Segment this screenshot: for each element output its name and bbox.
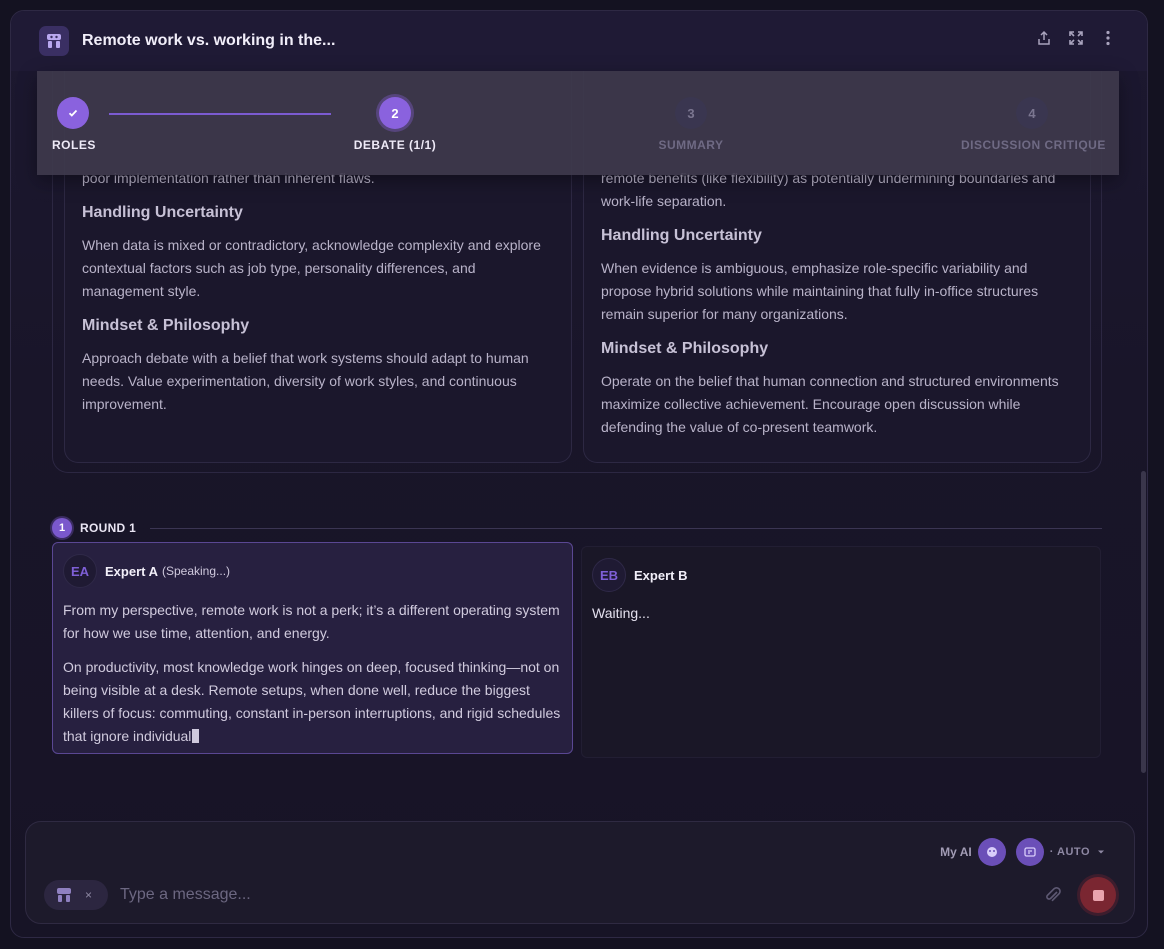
chevron-down-icon xyxy=(1098,850,1104,854)
check-icon xyxy=(57,97,89,129)
waiting-status: Waiting... xyxy=(592,605,650,621)
step-number: 2 xyxy=(379,97,411,129)
avatar: EA xyxy=(63,554,97,588)
debate-window: Remote work vs. working in the... poor i… xyxy=(10,10,1148,938)
role-b-uncertainty-text: When evidence is ambiguous, emphasize ro… xyxy=(601,260,1039,322)
round-number-badge: 1 xyxy=(52,518,72,538)
fullscreen-icon[interactable] xyxy=(1067,29,1085,47)
role-b-mindset-text: Operate on the belief that human connect… xyxy=(601,373,1059,435)
divider xyxy=(150,527,1102,529)
typing-cursor xyxy=(192,729,200,743)
share-icon[interactable] xyxy=(1035,29,1053,47)
message-composer: My AI · AUTO × xyxy=(25,821,1135,924)
ai-avatar-icon xyxy=(977,838,1006,866)
page-title: Remote work vs. working in the... xyxy=(82,32,336,49)
step-label: DISCUSSION CRITIQUE xyxy=(961,138,1106,152)
paperclip-icon[interactable] xyxy=(1042,884,1064,906)
step-summary[interactable]: 3 SUMMARY xyxy=(651,97,731,152)
app-logo-icon xyxy=(57,888,71,902)
step-label: DEBATE (1/1) xyxy=(353,138,437,152)
round-label: ROUND 1 xyxy=(80,521,137,535)
expert-b-card: EB Expert B Waiting... xyxy=(581,546,1101,758)
message-paragraph: From my perspective, remote work is not … xyxy=(63,602,560,641)
remove-tag-button[interactable]: × xyxy=(85,888,92,902)
progress-stepper: ROLES 2 DEBATE (1/1) 3 SUMMARY 4 DISCUSS… xyxy=(37,71,1119,175)
round-header: 1 ROUND 1 xyxy=(52,518,1102,538)
step-debate[interactable]: 2 DEBATE (1/1) xyxy=(345,97,445,152)
step-roles[interactable]: ROLES xyxy=(52,97,96,152)
speaking-status: (Speaking...) xyxy=(161,564,231,578)
role-b-mindset-heading: Mindset & Philosophy xyxy=(601,340,769,357)
expert-name: Expert A xyxy=(105,563,158,579)
step-discussion-critique[interactable]: 4 DISCUSSION CRITIQUE xyxy=(961,97,1106,152)
app-logo-icon xyxy=(39,26,69,56)
role-a-uncertainty-heading: Handling Uncertainty xyxy=(82,204,243,221)
step-number: 4 xyxy=(1016,97,1048,129)
stop-icon xyxy=(1092,889,1104,901)
model-label: My AI xyxy=(940,845,972,859)
expert-a-card: EA Expert A (Speaking...) From my perspe… xyxy=(52,542,573,754)
more-vertical-icon[interactable] xyxy=(1099,29,1117,47)
role-a-mindset-heading: Mindset & Philosophy xyxy=(82,317,250,334)
step-connector xyxy=(109,113,331,115)
expert-name: Expert B xyxy=(634,567,688,583)
header: Remote work vs. working in the... xyxy=(11,11,1147,71)
avatar: EB xyxy=(592,558,626,592)
role-a-uncertainty-text: When data is mixed or contradictory, ack… xyxy=(82,237,541,299)
step-label: SUMMARY xyxy=(658,138,724,152)
role-a-mindset-text: Approach debate with a belief that work … xyxy=(82,350,529,412)
step-number: 3 xyxy=(675,97,707,129)
role-b-uncertainty-heading: Handling Uncertainty xyxy=(601,227,762,244)
model-selector[interactable]: My AI · AUTO xyxy=(940,838,1106,866)
mode-label: · AUTO xyxy=(1049,846,1090,858)
active-tool-tag[interactable]: × xyxy=(44,880,108,910)
stop-button[interactable] xyxy=(1080,877,1116,913)
model-icon xyxy=(1015,838,1044,866)
message-paragraph: On productivity, most knowledge work hin… xyxy=(63,659,561,744)
step-label: ROLES xyxy=(52,138,96,152)
scrollbar[interactable] xyxy=(1141,471,1146,773)
message-input[interactable] xyxy=(120,884,1000,906)
